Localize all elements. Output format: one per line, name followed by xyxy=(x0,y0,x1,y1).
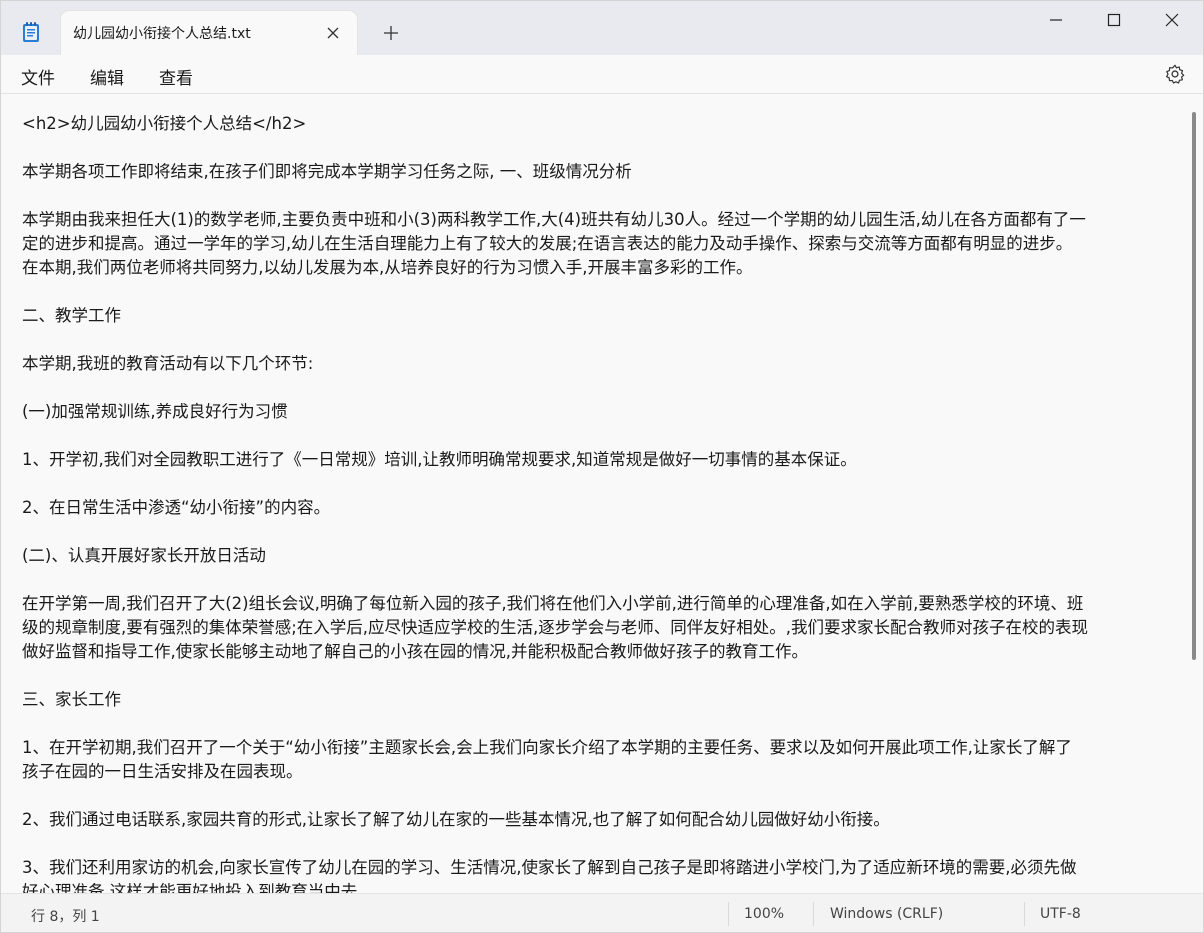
text-line: 定的进步和提高。通过一学年的学习,幼儿在生活自理能力上有了较大的发展;在语言表达… xyxy=(22,234,1073,253)
text-line xyxy=(22,472,1184,496)
text-line xyxy=(22,784,1184,808)
menu-view[interactable]: 查看 xyxy=(159,64,193,89)
menu-edit[interactable]: 编辑 xyxy=(90,64,124,89)
text-line: 级的规章制度,要有强烈的集体荣誉感;在入学后,应尽快适应学校的生活,逐步学会与老… xyxy=(22,618,1089,637)
maximize-button[interactable] xyxy=(1085,1,1143,41)
text-line: 本学期,我班的教育活动有以下几个环节: xyxy=(22,354,314,373)
text-line: 本学期由我来担任大(1)的数学老师,主要负责中班和小(3)两科教学工作,大(4)… xyxy=(22,210,1086,229)
text-line: 在本期,我们两位老师将共同努力,以幼儿发展为本,从培养良好的行为习惯入手,开展丰… xyxy=(22,258,753,277)
text-line: (二)、认真开展好家长开放日活动 xyxy=(22,546,266,565)
menu-bar: 文件 编辑 查看 xyxy=(1,55,1203,93)
menu-file[interactable]: 文件 xyxy=(21,64,55,89)
notepad-window: 幼儿园幼小衔接个人总结.txt 文件 编辑 查看 <h2>幼儿园幼小衔接个人总结… xyxy=(0,0,1204,933)
text-line xyxy=(22,376,1184,400)
text-line: 三、家长工作 xyxy=(22,690,121,709)
text-line: (一)加强常规训练,养成良好行为习惯 xyxy=(22,402,288,421)
text-line: 做好监督和指导工作,使家长能够主动地了解自己的小孩在园的情况,并能积极配合教师做… xyxy=(22,642,808,661)
line-ending[interactable]: Windows (CRLF) xyxy=(830,906,943,922)
text-line: 2、在日常生活中渗透“幼小衔接”的内容。 xyxy=(22,498,331,517)
close-icon[interactable] xyxy=(323,23,343,43)
text-line xyxy=(22,184,1184,208)
text-line xyxy=(22,832,1184,856)
cursor-position[interactable]: 行 8，列 1 xyxy=(31,906,100,926)
title-bar: 幼儿园幼小衔接个人总结.txt xyxy=(1,1,1203,55)
vertical-scrollbar[interactable] xyxy=(1192,112,1196,660)
text-line xyxy=(22,712,1184,736)
document-tab[interactable]: 幼儿园幼小衔接个人总结.txt xyxy=(61,11,357,55)
close-icon xyxy=(1165,13,1179,27)
text-line xyxy=(22,520,1184,544)
gear-icon[interactable] xyxy=(1164,63,1186,85)
text-line: 1、开学初,我们对全园教职工进行了《一日常规》培训,让教师明确常规要求,知道常规… xyxy=(22,450,857,469)
text-line: 3、我们还利用家访的机会,向家长宣传了幼儿在园的学习、生活情况,使家长了解到自己… xyxy=(22,858,1077,877)
text-line: 好心理准备,这样才能更好地投入到教育当中去。 xyxy=(22,882,374,893)
text-line xyxy=(22,664,1184,688)
status-bar: 行 8，列 1 100% Windows (CRLF) UTF-8 xyxy=(1,893,1203,932)
document-text[interactable]: <h2>幼儿园幼小衔接个人总结</h2> 本学期各项工作即将结束,在孩子们即将完成… xyxy=(22,112,1184,893)
text-line: 1、在开学初期,我们召开了一个关于“幼小衔接”主题家长会,会上我们向家长介绍了本… xyxy=(22,738,1072,757)
text-line xyxy=(22,280,1184,304)
text-line: 2、我们通过电话联系,家园共育的形式,让家长了解了幼儿在家的一些基本情况,也了解… xyxy=(22,810,890,829)
status-divider xyxy=(1024,902,1025,926)
encoding[interactable]: UTF-8 xyxy=(1040,906,1081,922)
notepad-icon xyxy=(21,21,41,43)
minimize-icon xyxy=(1050,19,1062,21)
status-divider xyxy=(728,902,729,926)
maximize-icon xyxy=(1107,13,1121,27)
tab-title: 幼儿园幼小衔接个人总结.txt xyxy=(73,26,251,42)
text-line: <h2>幼儿园幼小衔接个人总结</h2> xyxy=(22,114,307,133)
minimize-button[interactable] xyxy=(1027,1,1085,41)
text-editor[interactable]: <h2>幼儿园幼小衔接个人总结</h2> 本学期各项工作即将结束,在孩子们即将完成… xyxy=(1,93,1203,893)
close-window-button[interactable] xyxy=(1143,1,1201,41)
status-divider xyxy=(813,902,814,926)
text-line xyxy=(22,328,1184,352)
text-line xyxy=(22,568,1184,592)
text-line: 本学期各项工作即将结束,在孩子们即将完成本学期学习任务之际, 一、班级情况分析 xyxy=(22,162,632,181)
text-line xyxy=(22,136,1184,160)
text-line: 孩子在园的一日生活安排及在园表现。 xyxy=(22,762,303,781)
zoom-level[interactable]: 100% xyxy=(744,906,784,922)
text-line: 在开学第一周,我们召开了大(2)组长会议,明确了每位新入园的孩子,我们将在他们入… xyxy=(22,594,1084,613)
text-line xyxy=(22,424,1184,448)
text-line: 二、教学工作 xyxy=(22,306,121,325)
plus-icon[interactable] xyxy=(379,21,403,45)
